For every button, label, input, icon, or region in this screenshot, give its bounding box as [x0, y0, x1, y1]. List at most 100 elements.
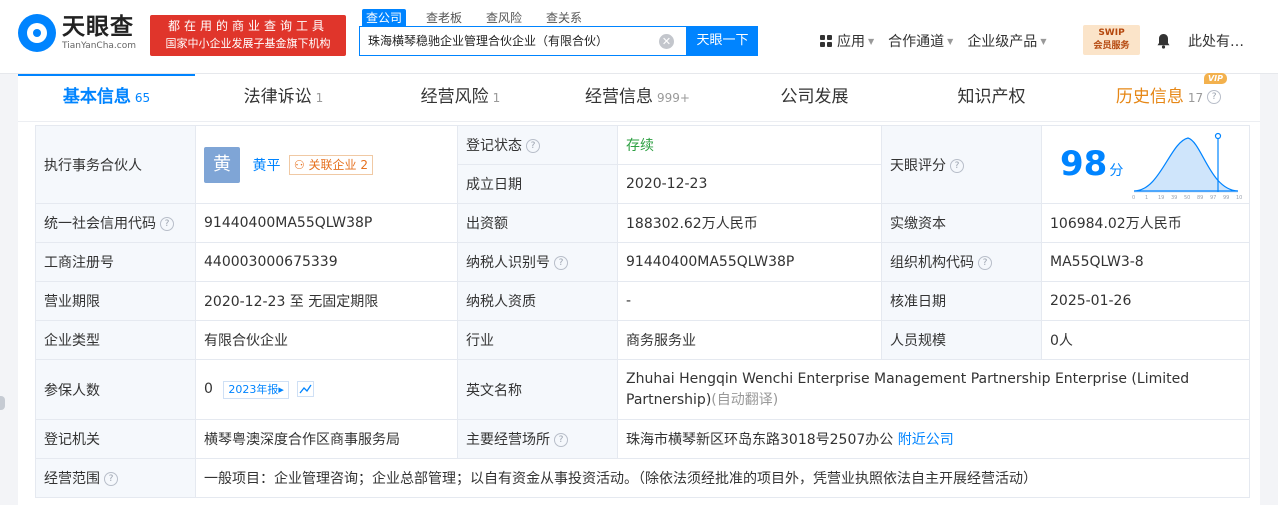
basic-info-table: 执行事务合伙人 黄 黄平 ⚇ 关联企业 2 登记状态? 存续 天眼评分? 98 分… [35, 125, 1250, 498]
user-menu[interactable]: 此处有… [1188, 31, 1244, 51]
credit-code-value: 91440400MA55QLW38P [195, 203, 458, 243]
tab-risk[interactable]: 经营风险 1 [372, 74, 549, 121]
related-companies-badge[interactable]: ⚇ 关联企业 2 [288, 154, 373, 175]
search-button[interactable]: 天眼一下 [687, 26, 758, 56]
taxpayer-id-label: 纳税人识别号? [457, 242, 618, 282]
capital-label: 出资额 [457, 203, 618, 243]
logo[interactable]: 天眼查 TianYanCha.com [18, 14, 136, 52]
insured-cell: 0 2023年报▸ [195, 359, 458, 420]
partner-label: 执行事务合伙人 [35, 125, 196, 204]
side-scroll-handle[interactable] [0, 396, 5, 410]
insured-label: 参保人数 [35, 359, 196, 420]
partner-name-link[interactable]: 黄平 [252, 158, 280, 174]
slogan-line2: 国家中小企业发展子基金旗下机构 [165, 37, 331, 50]
score-tick-label: 100 [1236, 195, 1242, 200]
nav-enterprise-products[interactable]: 企业级产品 ▼ [967, 31, 1046, 51]
clear-icon[interactable]: ✕ [659, 34, 674, 49]
swip-vip-button[interactable]: SWIP 会员服务 [1083, 25, 1140, 55]
chevron-down-icon: ▼ [947, 36, 954, 46]
help-icon[interactable]: ? [950, 158, 964, 173]
taxpayer-id-value: 91440400MA55QLW38P [617, 242, 882, 282]
help-icon[interactable]: ? [160, 217, 174, 231]
nav-apps[interactable]: 应用 ▼ [820, 31, 874, 51]
paid-capital-value: 106984.02万人民币 [1041, 203, 1250, 243]
slogan-banner[interactable]: 都在用的商业查询工具 国家中小企业发展子基金旗下机构 [150, 15, 346, 56]
paid-capital-label: 实缴资本 [881, 203, 1042, 243]
nav-cooperation[interactable]: 合作通道 ▼ [888, 31, 953, 51]
tab-ip[interactable]: 知识产权 [903, 74, 1080, 121]
score-tick-label: 50 [1184, 195, 1190, 200]
reg-number-label: 工商注册号 [35, 242, 196, 282]
staff-size-label: 人员规模 [881, 320, 1042, 360]
english-name-cell: Zhuhai Hengqin Wenchi Enterprise Managem… [617, 359, 1250, 420]
approve-date-label: 核准日期 [881, 281, 1042, 321]
score-unit: 分 [1109, 163, 1124, 179]
org-code-label: 组织机构代码? [881, 242, 1042, 282]
search-tab-boss[interactable]: 查老板 [422, 9, 466, 27]
basic-info-panel: 执行事务合伙人 黄 黄平 ⚇ 关联企业 2 登记状态? 存续 天眼评分? 98 分… [18, 122, 1260, 505]
nearby-companies-link[interactable]: 附近公司 [898, 432, 954, 448]
search-tab-company[interactable]: 查公司 [362, 9, 407, 27]
tab-history[interactable]: 历史信息 17? VIP [1080, 73, 1257, 121]
found-date-label: 成立日期 [457, 164, 618, 204]
search-tab-risk[interactable]: 查风险 [482, 9, 526, 27]
grid-icon [820, 35, 832, 47]
taxpayer-qual-value: - [617, 281, 882, 321]
staff-size-value: 0人 [1041, 320, 1250, 360]
logo-en: TianYanCha.com [62, 40, 137, 51]
business-term-label: 营业期限 [35, 281, 196, 321]
score-tick-label: 1 [1145, 195, 1148, 200]
vip-badge: VIP [1203, 73, 1227, 84]
business-term-value: 2020-12-23 至 无固定期限 [195, 281, 458, 321]
help-icon[interactable]: ? [978, 256, 992, 270]
auto-translate-note: (自动翻译) [711, 391, 779, 408]
tab-operation[interactable]: 经营信息 999+ [549, 74, 726, 121]
status-label: 登记状态? [457, 125, 618, 165]
top-header: 天眼查 TianYanCha.com 都在用的商业查询工具 国家中小企业发展子基… [0, 0, 1278, 74]
help-icon[interactable]: ? [554, 433, 568, 447]
score-tick-label: 99 [1223, 195, 1229, 200]
trend-chart-icon[interactable] [297, 380, 315, 397]
score-tick-label: 0 [1132, 195, 1135, 200]
score-tick-label: 97 [1210, 195, 1216, 200]
help-icon[interactable]: ? [1207, 90, 1222, 104]
slogan-line1: 都在用的商业查询工具 [167, 19, 328, 33]
industry-label: 行业 [457, 320, 618, 360]
address-label: 主要经营场所? [457, 419, 618, 459]
chevron-down-icon: ▼ [868, 36, 875, 46]
tab-basic-info[interactable]: 基本信息 65 [18, 74, 195, 121]
logo-eye-icon [18, 14, 56, 52]
authority-label: 登记机关 [35, 419, 196, 459]
score-distribution-chart: 0 1 19 39 50 89 97 99 100 [1132, 132, 1242, 200]
score-tick-label: 19 [1158, 195, 1164, 200]
credit-code-label: 统一社会信用代码? [35, 203, 196, 243]
address-value: 珠海市横琴新区环岛东路3018号2507办公 [626, 432, 894, 448]
avatar[interactable]: 黄 [204, 146, 240, 183]
score-cell[interactable]: 98分 0 1 19 39 50 89 97 99 100 [1041, 125, 1250, 204]
logo-cn: 天眼查 [62, 13, 134, 40]
network-icon: ⚇ [293, 157, 305, 172]
help-icon[interactable]: ? [526, 139, 540, 153]
taxpayer-qual-label: 纳税人资质 [457, 281, 618, 321]
capital-value: 188302.62万人民币 [617, 203, 882, 243]
bell-icon[interactable] [1156, 33, 1171, 49]
score-label: 天眼评分? [881, 125, 1042, 204]
search-tab-relation[interactable]: 查关系 [542, 9, 586, 27]
company-type-value: 有限合伙企业 [195, 320, 458, 360]
score-tick-label: 39 [1171, 195, 1177, 200]
help-icon[interactable]: ? [104, 472, 118, 486]
top-nav: 应用 ▼ 合作通道 ▼ 企业级产品 ▼ [820, 31, 1060, 51]
help-icon[interactable]: ? [554, 256, 568, 270]
tab-development[interactable]: 公司发展 [726, 74, 903, 121]
industry-value: 商务服务业 [617, 320, 882, 360]
reg-number-value: 440003000675339 [195, 242, 458, 282]
tab-legal[interactable]: 法律诉讼 1 [195, 74, 372, 121]
search-input[interactable]: 珠海横琴稳驰企业管理合伙企业（有限合伙） [359, 26, 687, 56]
approve-date-value: 2025-01-26 [1041, 281, 1250, 321]
scope-value: 一般项目：企业管理咨询；企业总部管理；以自有资金从事投资活动。（除依法须经批准的… [195, 458, 1250, 498]
address-cell: 珠海市横琴新区环岛东路3018号2507办公 附近公司 [617, 419, 1250, 459]
partner-cell: 黄 黄平 ⚇ 关联企业 2 [195, 125, 458, 204]
english-name-label: 英文名称 [457, 359, 618, 420]
annual-report-tag[interactable]: 2023年报▸ [223, 380, 289, 399]
score-value: 98 [1060, 144, 1108, 184]
